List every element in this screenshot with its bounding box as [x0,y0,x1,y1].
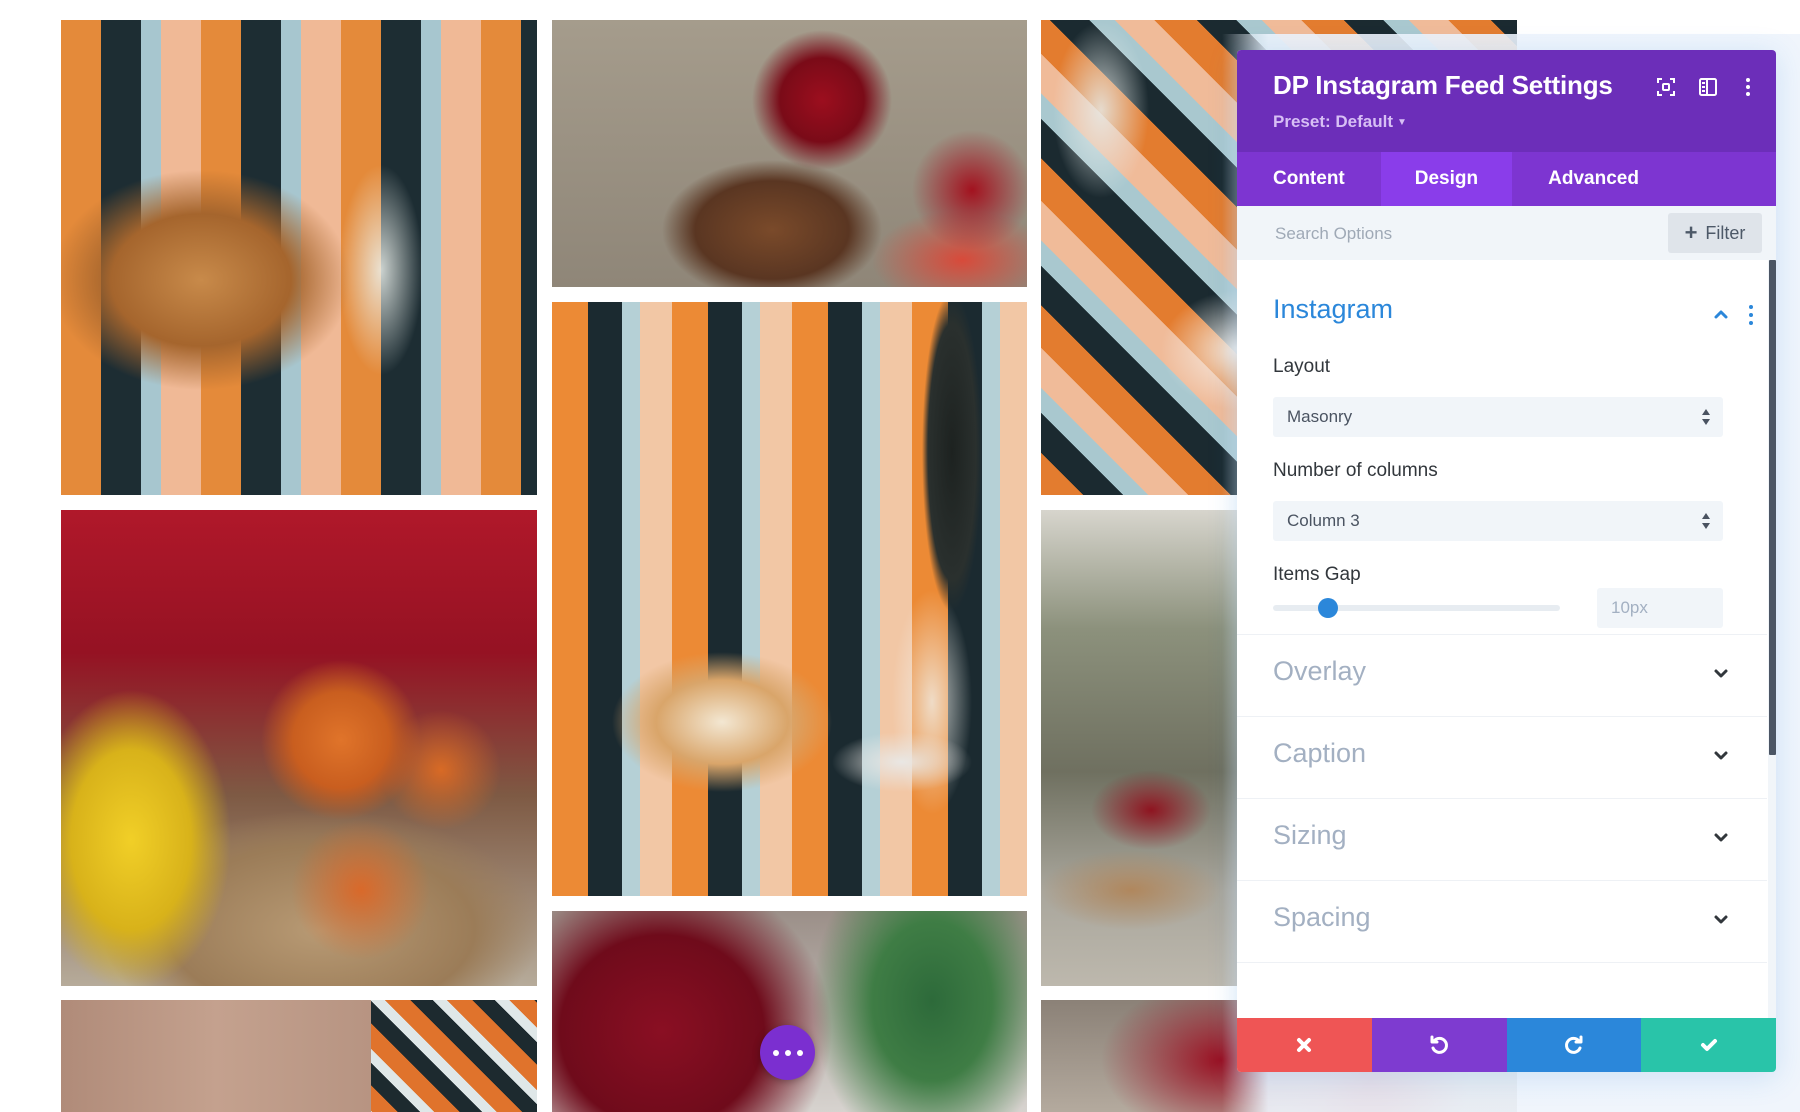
panel-header[interactable]: DP Instagram Feed Settings Preset: Defau… [1237,50,1776,152]
more-vertical-icon[interactable] [1737,76,1759,98]
chevron-down-icon[interactable] [1711,910,1731,930]
save-button[interactable] [1641,1018,1776,1072]
caret-down-icon: ▼ [1396,117,1407,129]
dot [772,1049,779,1056]
scrollbar-thumb[interactable] [1769,260,1776,755]
section-spacing[interactable]: Spacing [1237,880,1767,963]
undo-button[interactable] [1371,1018,1507,1072]
section-sizing[interactable]: Sizing [1237,798,1767,881]
feed-photo[interactable] [552,302,1027,896]
redo-button[interactable] [1506,1018,1642,1072]
chevron-down-icon[interactable] [1711,828,1731,848]
dot [796,1049,803,1056]
select-arrows-icon [1702,409,1710,425]
layout-select[interactable]: Masonry [1273,397,1723,437]
items-gap-input[interactable] [1597,588,1723,628]
panel-tabs: Content Design Advanced [1237,152,1776,206]
section-overlay[interactable]: Overlay [1237,634,1767,717]
filter-label: Filter [1705,222,1746,243]
feed-photo[interactable] [61,1000,537,1112]
section-title-overlay[interactable]: Overlay [1273,656,1366,687]
section-caption[interactable]: Caption [1237,716,1767,799]
columns-label: Number of columns [1273,460,1438,481]
tab-content[interactable]: Content [1237,152,1381,206]
chevron-down-icon[interactable] [1711,664,1731,684]
items-gap-label: Items Gap [1273,564,1361,585]
layout-label: Layout [1273,356,1331,377]
search-bar: + Filter [1237,206,1776,262]
close-icon [1297,1038,1312,1052]
section-title-instagram[interactable]: Instagram [1273,294,1393,325]
search-options-input[interactable] [1273,206,1607,262]
panel-title: DP Instagram Feed Settings [1273,70,1613,100]
items-gap-slider[interactable] [1273,605,1560,611]
tab-advanced[interactable]: Advanced [1512,152,1675,206]
sidebar-layout-icon[interactable] [1697,76,1719,98]
feed-photo[interactable] [552,911,1027,1112]
chevron-down-icon[interactable] [1711,746,1731,766]
section-title-caption[interactable]: Caption [1273,738,1366,769]
dot [784,1049,791,1056]
section-menu-icon[interactable] [1747,304,1755,326]
settings-panel: DP Instagram Feed Settings Preset: Defau… [1237,50,1776,1072]
section-title-spacing[interactable]: Spacing [1273,902,1371,933]
preset-label: Preset: Default [1273,112,1393,131]
section-instagram: Instagram Layout Masonry Number of colum… [1237,260,1767,635]
preset-dropdown[interactable]: Preset: Default ▼ [1273,112,1407,132]
columns-value: Column 3 [1287,511,1360,530]
more-options-button[interactable] [760,1025,815,1080]
plus-icon: + [1684,220,1698,245]
tab-design[interactable]: Design [1380,152,1513,206]
feed-photo[interactable] [552,20,1027,287]
cancel-button[interactable] [1237,1018,1372,1072]
section-title-sizing[interactable]: Sizing [1273,820,1347,851]
expand-icon[interactable] [1655,76,1677,98]
columns-select[interactable]: Column 3 [1273,501,1723,541]
items-gap-slider-handle[interactable] [1317,598,1338,618]
panel-footer [1237,1018,1776,1072]
filter-button[interactable]: + Filter [1668,213,1762,253]
layout-value: Masonry [1287,407,1353,426]
feed-photo[interactable] [61,20,537,495]
check-icon [1700,1039,1717,1051]
feed-photo[interactable] [61,510,537,986]
chevron-up-icon[interactable] [1711,304,1731,324]
select-arrows-icon [1702,513,1710,529]
redo-icon [1564,1035,1583,1054]
undo-icon [1430,1035,1449,1054]
